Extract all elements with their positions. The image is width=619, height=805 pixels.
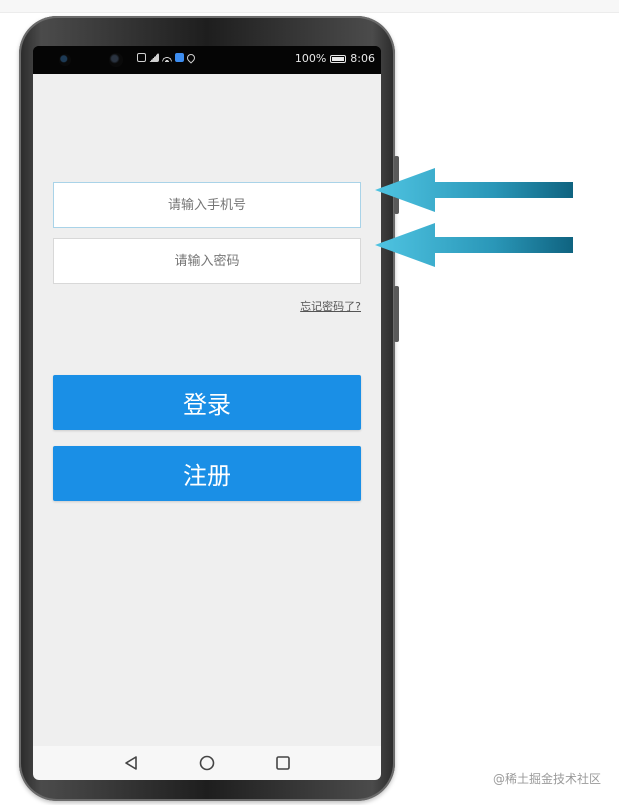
status-bar: 100% 8:06 (33, 46, 381, 74)
forgot-password-link[interactable]: 忘记密码了? (300, 298, 361, 314)
login-button[interactable]: 登录 (53, 375, 361, 430)
register-button[interactable]: 注册 (53, 446, 361, 501)
password-input[interactable] (53, 238, 361, 284)
canvas: 100% 8:06 忘记密码了? 登录 注册 (0, 0, 619, 805)
home-icon[interactable] (195, 751, 219, 775)
watermark-text: @稀土掘金技术社区 (492, 772, 601, 786)
battery-percent: 100% (294, 52, 327, 65)
recents-icon[interactable] (271, 751, 295, 775)
status-icons-left (137, 51, 197, 64)
top-divider (0, 0, 619, 13)
phone-frame: 100% 8:06 忘记密码了? 登录 注册 (19, 16, 399, 801)
arrow-pointer-icon (375, 223, 573, 267)
clock: 8:06 (350, 52, 375, 65)
battery-icon (330, 54, 347, 63)
navigation-bar (33, 746, 381, 780)
phone-screen: 100% 8:06 忘记密码了? 登录 注册 (33, 46, 381, 780)
back-icon[interactable] (119, 751, 143, 775)
signal-icon (149, 53, 159, 62)
heart-icon (185, 51, 197, 64)
app-notification-icon (175, 53, 184, 62)
front-camera-icon (59, 54, 71, 66)
notification-icon (137, 53, 146, 62)
login-screen: 忘记密码了? 登录 注册 (33, 74, 381, 746)
camera-lens-icon (109, 53, 123, 67)
phone-input[interactable] (53, 182, 361, 228)
status-icons-right: 100% 8:06 (295, 52, 375, 65)
power-button (394, 286, 399, 342)
wifi-icon (162, 53, 172, 62)
arrow-pointer-icon (375, 168, 573, 212)
